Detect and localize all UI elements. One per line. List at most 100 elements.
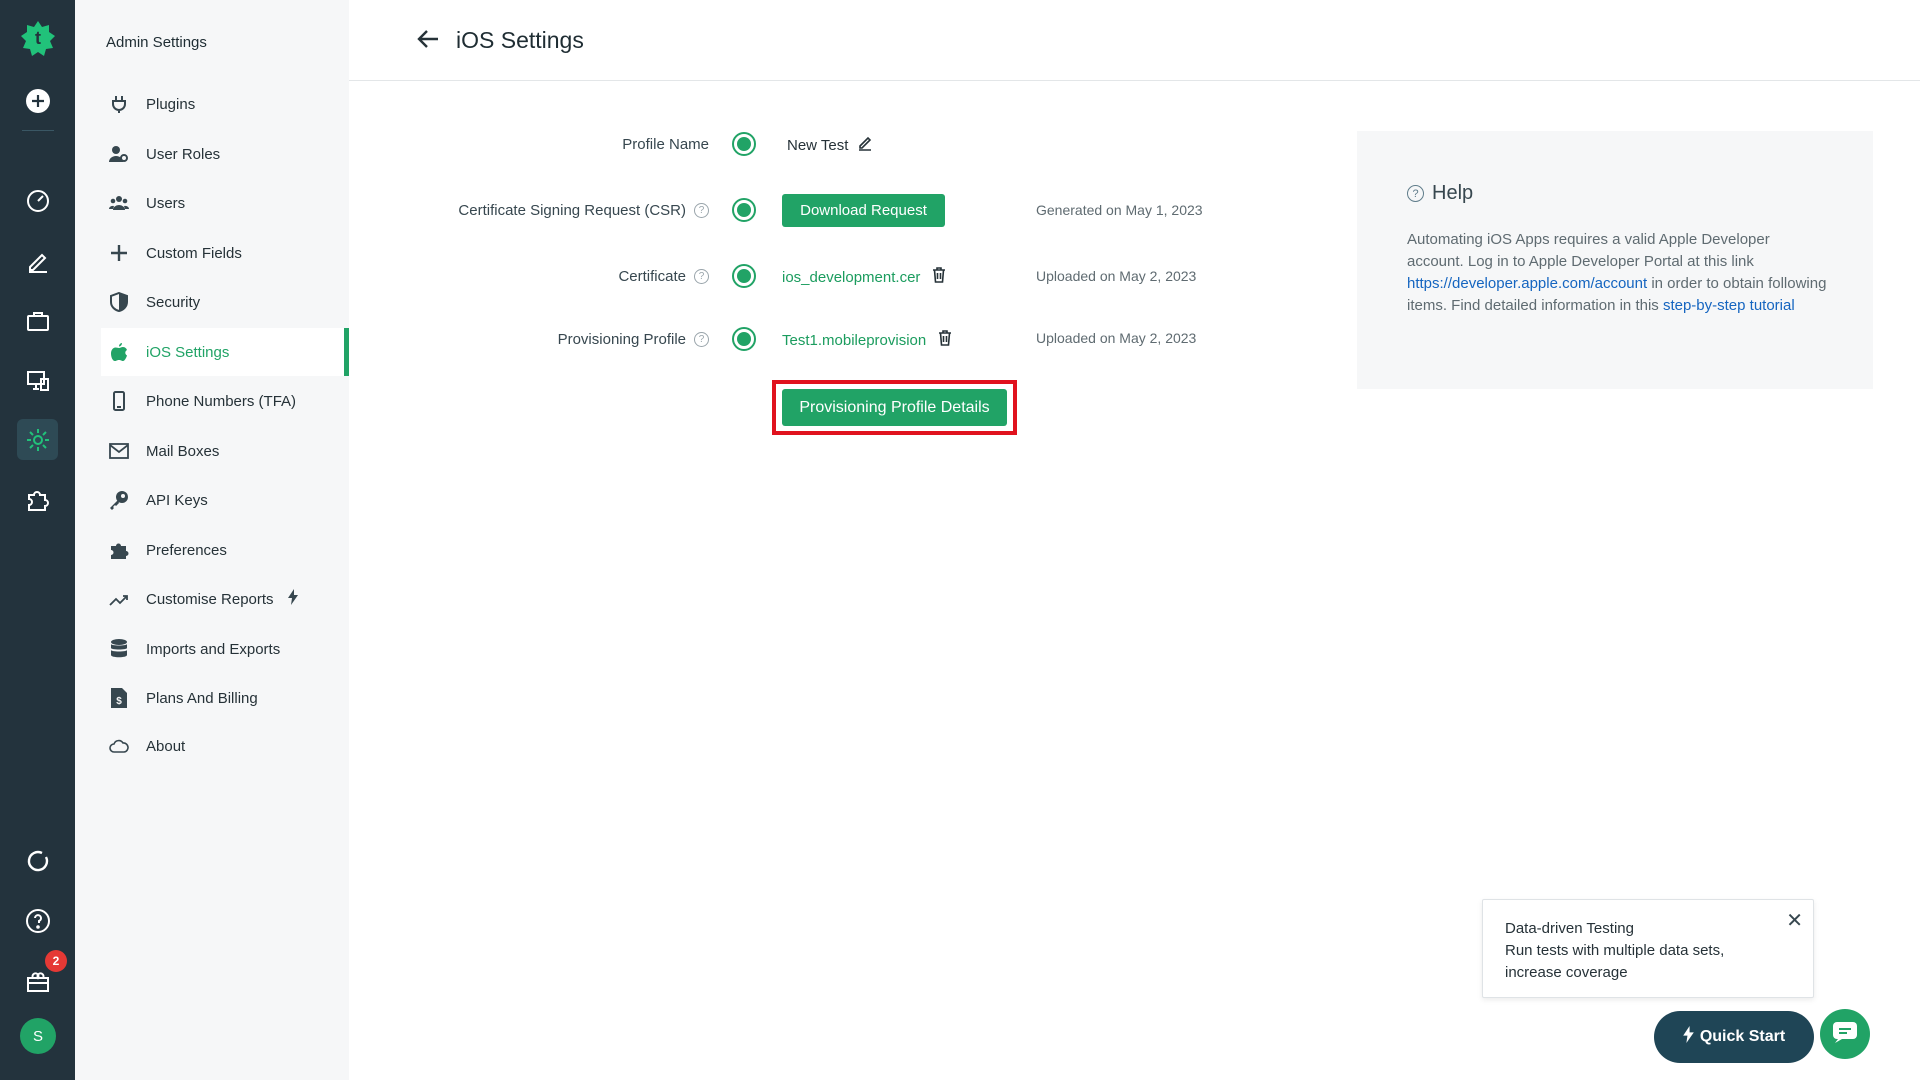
- tutorial-link[interactable]: step-by-step tutorial: [1663, 297, 1795, 314]
- provisioning-status-radio: [732, 327, 756, 351]
- cloud-icon: [109, 736, 129, 756]
- sidebar-item-label: Mail Boxes: [146, 442, 220, 460]
- sidebar-item-label: Phone Numbers (TFA): [146, 392, 297, 410]
- info-icon[interactable]: ?: [694, 202, 709, 218]
- sidebar-item-users[interactable]: Users: [101, 179, 349, 227]
- csr-generated-date: Generated on May 1, 2023: [1036, 202, 1203, 218]
- csr-status-radio: [732, 198, 756, 222]
- sidebar-item-label: Users: [146, 194, 186, 212]
- provisioning-label-text: Provisioning Profile: [557, 330, 686, 348]
- provisioning-profile-details-button[interactable]: Provisioning Profile Details: [782, 389, 1007, 426]
- download-request-button[interactable]: Download Request: [782, 194, 945, 227]
- sidebar-item-plans-billing[interactable]: $ Plans And Billing: [101, 674, 349, 722]
- sidebar-title: Admin Settings: [106, 34, 207, 51]
- avatar[interactable]: S: [20, 1018, 56, 1054]
- sidebar-item-security[interactable]: Security: [101, 278, 349, 326]
- sidebar-item-custom-fields[interactable]: Custom Fields: [101, 229, 349, 277]
- icon-rail: t 2 S: [0, 0, 75, 1080]
- sidebar-item-ios-settings[interactable]: iOS Settings: [101, 328, 349, 376]
- sidebar-item-preferences[interactable]: Preferences: [101, 526, 349, 574]
- toast-text: Data-driven Testing Run tests with multi…: [1505, 918, 1724, 984]
- lightning-icon: [287, 589, 298, 609]
- key-icon: [109, 490, 129, 510]
- briefcase-icon[interactable]: [17, 300, 58, 341]
- trash-icon[interactable]: [938, 330, 952, 350]
- quick-start-button[interactable]: Quick Start: [1654, 1011, 1814, 1063]
- provisioning-file-link[interactable]: Test1.mobileprovision: [782, 332, 926, 349]
- quick-start-label: Quick Start: [1699, 1028, 1786, 1045]
- sidebar-item-label: Plans And Billing: [146, 689, 258, 707]
- provisioning-upload-date: Uploaded on May 2, 2023: [1036, 330, 1197, 346]
- certificate-label-text: Certificate: [618, 267, 686, 285]
- database-icon: [109, 639, 129, 659]
- sidebar-item-label: Plugins: [146, 95, 196, 113]
- plug-icon: [109, 94, 129, 114]
- svg-text:$: $: [116, 696, 122, 707]
- sidebar-item-plugins[interactable]: Plugins: [101, 80, 349, 128]
- help-title: ? Help: [1407, 182, 1473, 205]
- feature-toast: Data-driven Testing Run tests with multi…: [1482, 899, 1814, 998]
- help-question-icon: ?: [1407, 185, 1424, 202]
- profile-name-label-text: Profile Name: [622, 135, 709, 153]
- certificate-status-radio: [732, 264, 756, 288]
- profile-name-value: New Test: [787, 133, 873, 157]
- trash-icon[interactable]: [932, 267, 946, 287]
- info-icon[interactable]: ?: [694, 268, 709, 284]
- help-title-text: Help: [1432, 182, 1474, 204]
- close-icon[interactable]: ✕: [1786, 908, 1803, 933]
- apple-developer-link[interactable]: https://developer.apple.com/account: [1407, 275, 1647, 292]
- puzzle-piece-icon: [109, 540, 129, 560]
- info-icon[interactable]: ?: [694, 331, 709, 347]
- help-text: Automating iOS Apps requires a valid App…: [1407, 229, 1827, 317]
- toast-line: increase coverage: [1505, 964, 1628, 981]
- sidebar-item-label: Customise Reports: [146, 590, 274, 608]
- plus-icon: [109, 243, 129, 263]
- page-title: iOS Settings: [456, 27, 584, 53]
- sidebar-item-label: Security: [146, 293, 201, 311]
- add-icon[interactable]: [17, 80, 58, 121]
- csr-label: Certificate Signing Request (CSR)?: [399, 200, 709, 220]
- chat-icon: [1832, 1021, 1858, 1048]
- back-arrow-icon[interactable]: [417, 29, 439, 54]
- provisioning-file: Test1.mobileprovision: [782, 329, 952, 351]
- sidebar-item-api-keys[interactable]: API Keys: [101, 476, 349, 524]
- toast-line: Run tests with multiple data sets,: [1505, 942, 1725, 959]
- certificate-file-link[interactable]: ios_development.cer: [782, 269, 920, 286]
- help-text-part: Automating iOS Apps requires a valid App…: [1407, 231, 1770, 270]
- sidebar-item-label: API Keys: [146, 491, 208, 509]
- sidebar-item-mail-boxes[interactable]: Mail Boxes: [101, 427, 349, 475]
- edit-pencil-icon[interactable]: [857, 135, 873, 155]
- puzzle-icon[interactable]: [17, 479, 58, 520]
- logo-icon[interactable]: t: [17, 17, 58, 58]
- sidebar-item-user-roles[interactable]: User Roles: [101, 130, 349, 178]
- chat-button[interactable]: [1820, 1009, 1870, 1059]
- mail-icon: [109, 441, 129, 461]
- shield-icon: [109, 292, 129, 312]
- sidebar-item-label: User Roles: [146, 145, 221, 163]
- refresh-icon[interactable]: [17, 840, 58, 881]
- devices-icon[interactable]: [17, 360, 58, 401]
- profile-name-status-radio: [732, 132, 756, 156]
- admin-sidebar: Admin Settings Plugins User Roles Users …: [75, 0, 349, 1080]
- user-roles-icon: [109, 144, 129, 164]
- sidebar-item-label: Custom Fields: [146, 244, 242, 262]
- sidebar-item-phone-numbers[interactable]: Phone Numbers (TFA): [101, 377, 349, 425]
- phone-icon: [109, 391, 129, 411]
- dashboard-icon[interactable]: [17, 179, 58, 220]
- certificate-upload-date: Uploaded on May 2, 2023: [1036, 268, 1197, 284]
- sidebar-item-label: Preferences: [146, 541, 227, 559]
- toast-line: Data-driven Testing: [1505, 920, 1634, 937]
- sidebar-item-customise-reports[interactable]: Customise Reports: [101, 575, 349, 623]
- sidebar-item-label: Imports and Exports: [146, 640, 281, 658]
- profile-name-text: New Test: [787, 136, 849, 154]
- edit-icon[interactable]: [17, 240, 58, 281]
- apple-icon: [109, 342, 129, 362]
- provisioning-profile-label: Provisioning Profile?: [449, 329, 709, 349]
- settings-gear-icon[interactable]: [17, 419, 58, 460]
- sidebar-item-about[interactable]: About: [101, 722, 349, 770]
- sidebar-item-imports-exports[interactable]: Imports and Exports: [101, 625, 349, 673]
- lightning-icon: [1683, 1026, 1694, 1048]
- help-panel: ? Help Automating iOS Apps requires a val…: [1357, 131, 1873, 389]
- help-icon[interactable]: [17, 900, 58, 941]
- svg-text:t: t: [35, 28, 41, 48]
